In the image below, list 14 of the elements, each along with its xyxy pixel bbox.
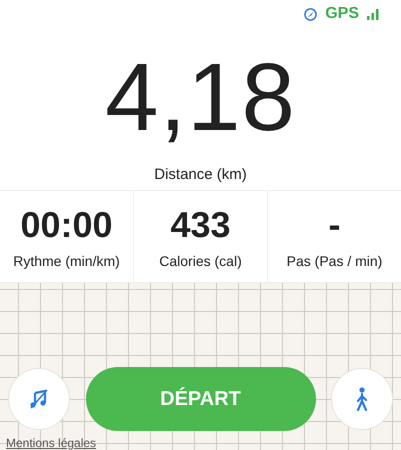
stat-value: - — [328, 207, 340, 243]
distance-value: 4,18 — [105, 50, 296, 146]
walking-person-icon — [354, 387, 370, 411]
legal-link[interactable]: Mentions légales — [0, 437, 96, 449]
distance-label: Distance (km) — [154, 165, 247, 185]
gps-label: GPS — [325, 4, 359, 24]
stat-value: 00:00 — [20, 207, 113, 243]
stat-label: Calories (cal) — [159, 252, 242, 271]
signal-icon — [367, 8, 379, 20]
stat-label: Rythme (min/km) — [13, 252, 120, 271]
stat-value: 433 — [170, 207, 231, 243]
music-off-icon — [28, 388, 50, 410]
stat-label: Pas (Pas / min) — [286, 252, 382, 271]
compass-icon — [304, 8, 318, 20]
